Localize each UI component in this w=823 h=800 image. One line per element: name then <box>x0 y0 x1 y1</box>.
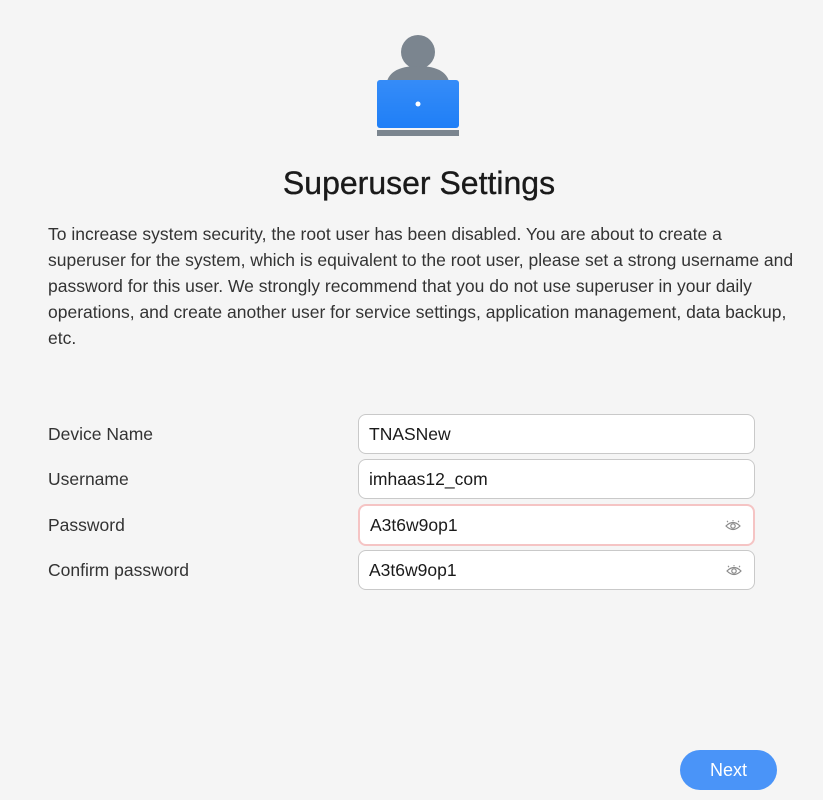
username-row: Username <box>48 459 755 499</box>
security-description: To increase system security, the root us… <box>48 224 794 348</box>
username-field[interactable] <box>358 459 755 499</box>
device-name-input[interactable] <box>369 415 719 453</box>
superuser-illustration <box>376 34 460 138</box>
confirm-password-label: Confirm password <box>48 560 190 580</box>
next-button[interactable]: Next <box>680 750 777 790</box>
username-label: Username <box>48 469 129 489</box>
confirm-password-field[interactable] <box>358 550 755 590</box>
username-input[interactable] <box>369 460 719 498</box>
password-input[interactable] <box>370 506 720 544</box>
password-label: Password <box>48 515 125 535</box>
eye-icon[interactable] <box>725 519 741 531</box>
confirm-password-input[interactable] <box>369 551 719 589</box>
superuser-laptop-icon <box>377 35 459 136</box>
password-row: Password <box>48 504 755 546</box>
password-field[interactable] <box>358 504 755 546</box>
confirm-password-row: Confirm password <box>48 550 755 590</box>
device-name-row: Device Name <box>48 414 755 454</box>
device-name-field[interactable] <box>358 414 755 454</box>
eye-icon[interactable] <box>726 564 742 576</box>
page-title: Superuser Settings <box>282 165 556 201</box>
device-name-label: Device Name <box>48 424 154 444</box>
